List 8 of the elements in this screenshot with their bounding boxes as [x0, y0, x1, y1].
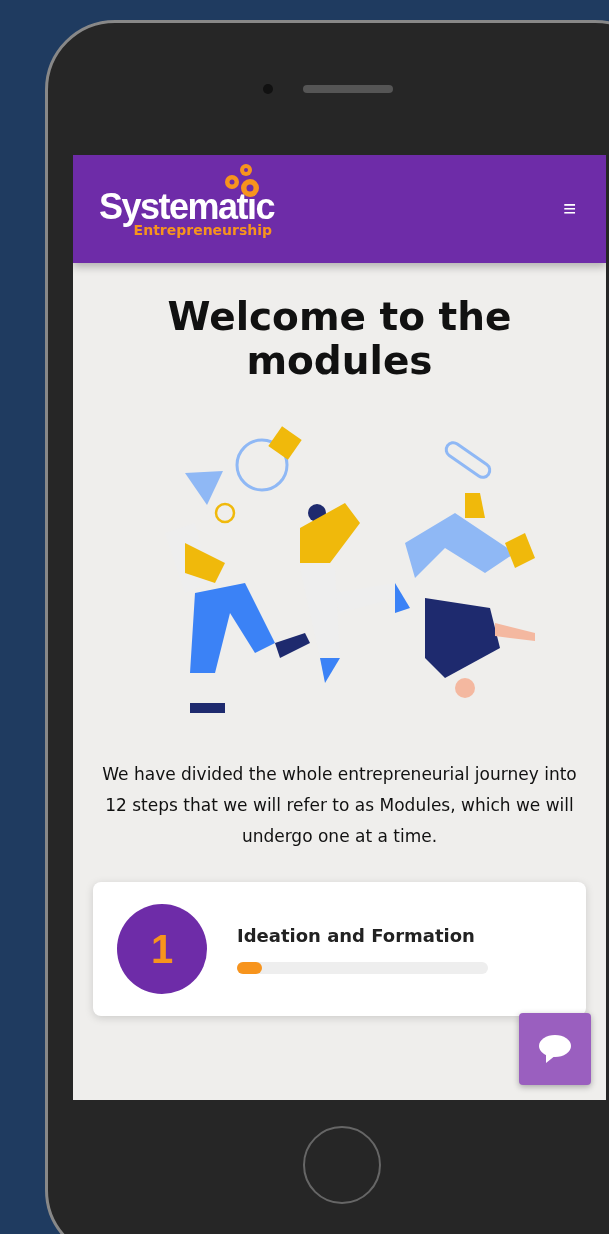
chat-button[interactable]: [519, 1013, 591, 1085]
speech-bubble-icon: [538, 1034, 572, 1064]
menu-button[interactable]: ≡: [563, 196, 576, 222]
module-title[interactable]: Ideation and Formation: [237, 924, 488, 946]
home-button[interactable]: [303, 1126, 381, 1204]
page-heading: Welcome to the modules: [166, 295, 513, 383]
module-number: 1: [117, 904, 207, 994]
intro-text: We have divided the whole entrepreneurial journey into 12 steps that we will refer to as Modules, which we will undergo one at a time.: [101, 763, 578, 848]
